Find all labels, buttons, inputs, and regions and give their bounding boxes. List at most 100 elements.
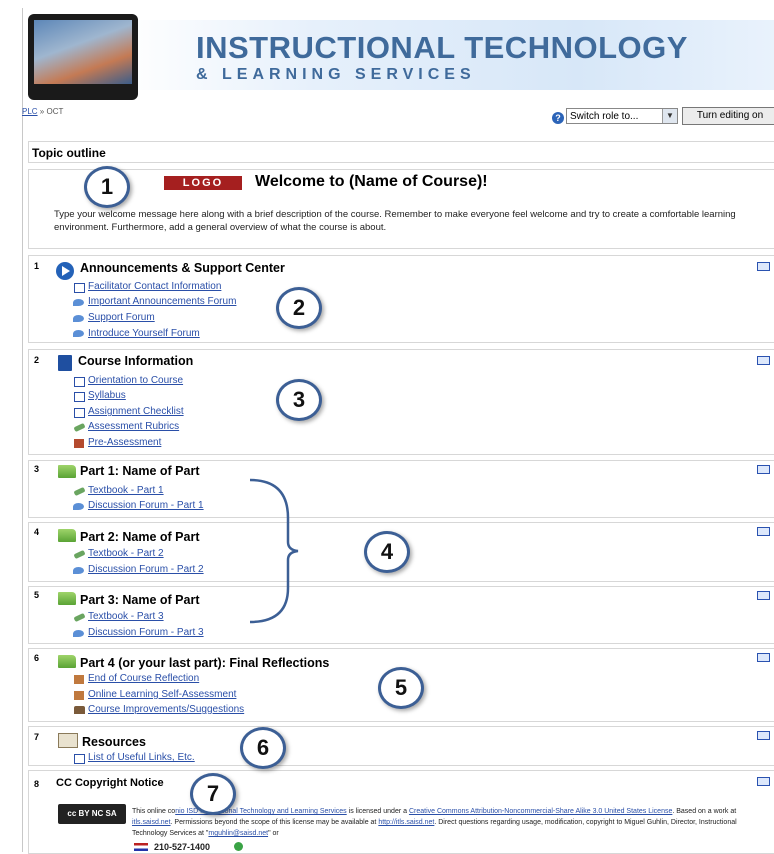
section-title: CC Copyright Notice: [56, 777, 164, 789]
section-title: Part 2: Name of Part: [80, 530, 200, 544]
switch-role-value: Switch role to...: [570, 111, 639, 122]
folder-icon: [58, 465, 76, 478]
section-edit-icon[interactable]: [757, 653, 770, 662]
section-title: Course Information: [78, 354, 194, 368]
page-icon: [74, 754, 85, 764]
section-number: 6: [34, 653, 40, 663]
section-edit-icon[interactable]: [757, 777, 770, 786]
forum-icon: [73, 315, 84, 322]
page-icon: [74, 392, 85, 402]
forum-icon: [73, 503, 84, 510]
link-self-assessment[interactable]: Online Learning Self-Assessment: [88, 689, 236, 700]
link-facilitator-contact[interactable]: Facilitator Contact Information: [88, 281, 221, 292]
section-edit-icon[interactable]: [757, 731, 770, 740]
section-edit-icon[interactable]: [757, 262, 770, 271]
link-syllabus[interactable]: Syllabus: [88, 390, 126, 401]
link-useful-links[interactable]: List of Useful Links, Etc.: [88, 752, 195, 763]
switch-role-select[interactable]: Switch role to... ▼: [566, 108, 678, 124]
callout-badge-2: 2: [276, 287, 322, 329]
section-edit-icon[interactable]: [757, 356, 770, 365]
link-introduce-yourself[interactable]: Introduce Yourself Forum: [88, 328, 200, 339]
grouping-bracket: [249, 478, 299, 624]
folder-icon: [58, 529, 76, 542]
license-text: . Based on a work at: [672, 808, 737, 815]
contact-phone: 210-527-1400: [154, 842, 211, 852]
license-text: . Permissions beyond the scope of this l…: [170, 819, 379, 826]
turn-editing-on-button[interactable]: Turn editing on: [682, 107, 774, 125]
monitor-screen-photo: [34, 20, 132, 84]
play-triangle-icon: [62, 266, 70, 276]
section-title: Announcements & Support Center: [80, 261, 285, 275]
link-assessment-rubrics[interactable]: Assessment Rubrics: [88, 421, 179, 432]
page-icon: [74, 408, 85, 418]
license-cc-link[interactable]: Creative Commons Attribution-Noncommerci…: [409, 808, 672, 815]
section-number: 3: [34, 464, 40, 474]
license-text: is licensed under a: [346, 808, 409, 815]
link-support-forum[interactable]: Support Forum: [88, 312, 155, 323]
welcome-title: Welcome to (Name of Course)!: [255, 173, 488, 190]
link-discussion-part-3[interactable]: Discussion Forum - Part 3: [88, 627, 204, 638]
help-icon[interactable]: ?: [552, 112, 564, 124]
callout-badge-6: 6: [240, 727, 286, 769]
callout-badge-1: 1: [84, 166, 130, 208]
topic-outline-header: Topic outline: [28, 141, 774, 163]
site-title: INSTRUCTIONAL TECHNOLOGY: [196, 30, 688, 65]
callout-badge-3: 3: [276, 379, 322, 421]
breadcrumb-home-link[interactable]: PLC: [22, 107, 38, 116]
section-number: 4: [34, 527, 40, 537]
callout-badge-7: 7: [190, 773, 236, 815]
section-number: 2: [34, 355, 40, 365]
license-text: This online co: [132, 808, 176, 815]
license-notice: This online conio ISD Instructional Tech…: [132, 806, 772, 839]
section-edit-icon[interactable]: [757, 465, 770, 474]
quiz-icon: [74, 439, 84, 448]
link-textbook-part-2[interactable]: Textbook - Part 2: [88, 548, 164, 559]
forum-icon: [73, 630, 84, 637]
feedback-icon: [74, 706, 85, 714]
link-end-of-course-reflection[interactable]: End of Course Reflection: [88, 673, 199, 684]
forum-icon: [73, 299, 84, 306]
section-edit-icon[interactable]: [757, 527, 770, 536]
callout-badge-4: 4: [364, 531, 410, 573]
forum-icon: [73, 567, 84, 574]
link-textbook-part-3[interactable]: Textbook - Part 3: [88, 611, 164, 622]
breadcrumb-current: OCT: [46, 107, 64, 116]
link-discussion-part-1[interactable]: Discussion Forum - Part 1: [88, 500, 204, 511]
section-number: 7: [34, 732, 40, 742]
creative-commons-logo[interactable]: cc BY NC SA: [58, 804, 126, 824]
link-assignment-checklist[interactable]: Assignment Checklist: [88, 406, 184, 417]
section-edit-icon[interactable]: [757, 591, 770, 600]
link-course-improvements[interactable]: Course Improvements/Suggestions: [88, 704, 244, 715]
folder-icon: [58, 592, 76, 605]
header-monitor-image: [28, 14, 138, 100]
license-email-link[interactable]: mguhlin@saisd.net: [208, 830, 268, 837]
link-pre-assessment[interactable]: Pre-Assessment: [88, 437, 161, 448]
breadcrumb: PLC » OCT: [22, 107, 63, 116]
breadcrumb-separator: »: [39, 107, 45, 116]
link-textbook-part-1[interactable]: Textbook - Part 1: [88, 485, 164, 496]
section-title: Part 3: Name of Part: [80, 593, 200, 607]
section-number: 1: [34, 261, 40, 271]
license-site-link[interactable]: itls.saisd.net: [132, 819, 171, 826]
page-icon: [74, 283, 85, 293]
link-announcements-forum[interactable]: Important Announcements Forum: [88, 296, 236, 307]
questionnaire-icon: [74, 675, 84, 684]
book-icon: [58, 355, 72, 371]
section-title: Part 4 (or your last part): Final Reflec…: [80, 656, 330, 670]
section-title: Part 1: Name of Part: [80, 464, 200, 478]
us-flag-icon: [134, 843, 148, 851]
section-number: 5: [34, 590, 40, 600]
folder-icon: [58, 655, 76, 668]
chevron-down-icon: ▼: [662, 109, 677, 123]
forum-icon: [73, 330, 84, 337]
callout-badge-5: 5: [378, 667, 424, 709]
license-permissions-link[interactable]: http://itls.saisd.net: [378, 819, 434, 826]
questionnaire-icon: [74, 691, 84, 700]
link-discussion-part-2[interactable]: Discussion Forum - Part 2: [88, 564, 204, 575]
link-orientation[interactable]: Orientation to Course: [88, 375, 183, 386]
welcome-message: Type your welcome message here along wit…: [54, 209, 736, 233]
page-icon: [74, 377, 85, 387]
section-number: 8: [34, 779, 40, 789]
phone-icon[interactable]: [234, 842, 243, 851]
book-open-icon: [58, 733, 78, 748]
